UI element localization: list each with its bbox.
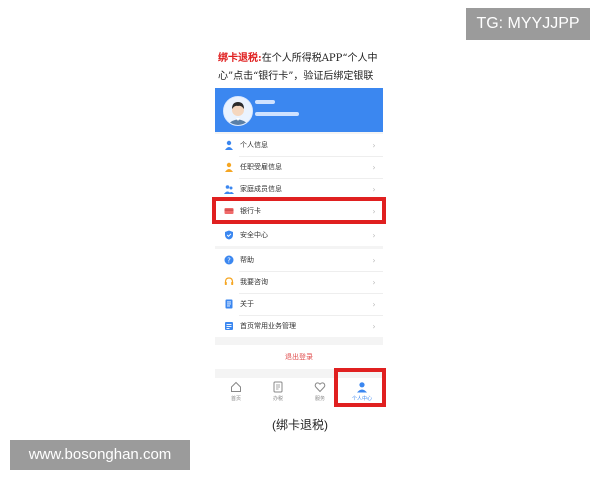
menu-item-label: 个人信息 (240, 141, 268, 149)
service-icon (314, 381, 326, 393)
employment-icon (224, 162, 234, 172)
menu-item-employment-info[interactable]: 任职受雇信息 › (215, 156, 383, 178)
menu-item-help[interactable]: ? 帮助 › (215, 249, 383, 271)
menu-item-label: 首页常用业务管理 (240, 322, 296, 330)
caption: (绑卡退税) (272, 418, 328, 432)
logout-button[interactable]: 退出登录 (215, 345, 383, 369)
info-icon (224, 299, 234, 309)
profile-header[interactable] (215, 88, 383, 132)
manage-icon (224, 321, 234, 331)
headset-icon (224, 277, 234, 287)
phone-screenshot: 个人信息 › 任职受雇信息 › 家庭成员信息 › 银行卡 › 安全中心 › ? … (215, 88, 383, 406)
menu-item-label: 帮助 (240, 256, 254, 264)
menu-item-label: 关于 (240, 300, 254, 308)
menu-item-label: 任职受雇信息 (240, 163, 282, 171)
chevron-right-icon: › (372, 255, 376, 265)
home-icon (230, 381, 242, 393)
tab-label: 办税 (272, 396, 283, 402)
chevron-right-icon: › (372, 140, 376, 150)
menu-item-label: 我要咨询 (240, 278, 268, 286)
tax-icon (272, 381, 284, 393)
tab-tax[interactable]: 办税 (257, 378, 299, 406)
profile-tab-highlight-box (334, 368, 386, 407)
chevron-right-icon: › (372, 277, 376, 287)
chevron-right-icon: › (372, 299, 376, 309)
shield-icon (224, 230, 234, 240)
menu-group-support: ? 帮助 › 我要咨询 › 关于 › 首页常用业务管理 › (215, 249, 383, 337)
menu-item-personal-info[interactable]: 个人信息 › (215, 134, 383, 156)
chevron-right-icon: › (372, 321, 376, 331)
avatar[interactable] (223, 96, 253, 126)
menu-item-about[interactable]: 关于 › (215, 293, 383, 315)
family-icon (224, 184, 234, 194)
website-watermark: www.bosonghan.com (10, 440, 190, 470)
menu-item-label: 安全中心 (240, 231, 268, 239)
person-icon (224, 140, 234, 150)
menu-item-label: 家庭成员信息 (240, 185, 282, 193)
menu-item-consult[interactable]: 我要咨询 › (215, 271, 383, 293)
help-icon: ? (224, 255, 234, 265)
chevron-right-icon: › (372, 162, 376, 172)
bank-card-highlight-box (212, 197, 386, 224)
svg-text:?: ? (227, 257, 231, 265)
menu-item-homepage-manage[interactable]: 首页常用业务管理 › (215, 315, 383, 337)
chevron-right-icon: › (372, 184, 376, 194)
tab-label: 首页 (230, 396, 241, 402)
instruction-highlight: 绑卡退税: (218, 53, 262, 64)
tg-badge: TG: MYYJJPP (466, 8, 590, 40)
tab-home[interactable]: 首页 (215, 378, 257, 406)
menu-group-security: 安全中心 › (215, 224, 383, 246)
menu-group-personal: 个人信息 › 任职受雇信息 › 家庭成员信息 › (215, 134, 383, 200)
menu-item-security-center[interactable]: 安全中心 › (215, 224, 383, 246)
tab-label: 服务 (314, 396, 325, 402)
chevron-right-icon: › (372, 230, 376, 240)
